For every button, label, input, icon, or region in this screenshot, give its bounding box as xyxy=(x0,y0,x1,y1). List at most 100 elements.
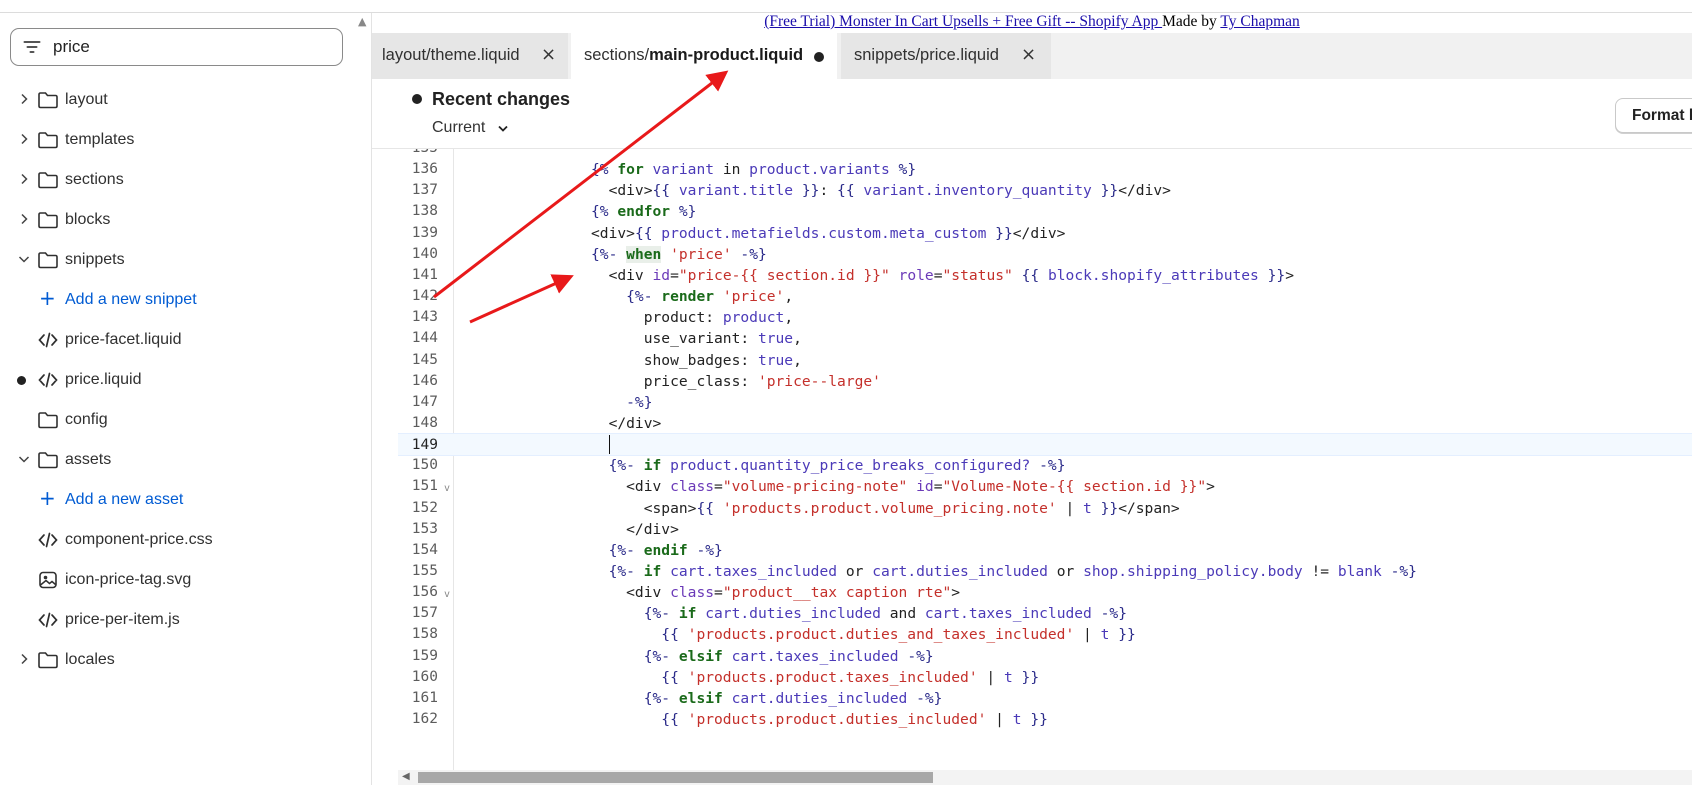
code-line[interactable]: 137 <div>{{ variant.title }}: {{ variant… xyxy=(398,179,1692,202)
code-line[interactable]: 154 {%- endif -%} xyxy=(398,539,1692,562)
tree-item-templates[interactable]: templates xyxy=(0,120,372,160)
tree-item-blocks[interactable]: blocks xyxy=(0,200,372,240)
editor-tab-bar: layout/theme.liquid × sections/main-produc… xyxy=(372,33,1692,79)
chevron-right-icon[interactable] xyxy=(17,132,31,146)
scroll-left-icon[interactable]: ◀ xyxy=(402,771,410,782)
code-line[interactable]: 149 xyxy=(398,433,1692,457)
scrollbar-thumb[interactable] xyxy=(418,772,933,783)
chevron-right-icon[interactable] xyxy=(17,652,31,666)
code-text: <div class="product__tax caption rte"> xyxy=(468,584,961,602)
close-icon[interactable]: × xyxy=(1021,44,1036,65)
chevron-down-icon[interactable] xyxy=(496,123,510,135)
recent-changes-header: Recent changes Current Format li xyxy=(372,79,1692,149)
unsaved-dot-icon[interactable] xyxy=(814,52,824,62)
tree-item-label: snippets xyxy=(65,251,125,268)
banner-author-link[interactable]: Ty Chapman xyxy=(1220,13,1299,30)
close-icon[interactable]: × xyxy=(541,44,556,65)
tree-item-label: Add a new asset xyxy=(65,491,184,508)
line-number: 158 xyxy=(411,626,438,643)
tree-item-config[interactable]: config xyxy=(0,400,372,440)
folder-icon xyxy=(37,250,59,270)
editor-horizontal-scrollbar[interactable]: ◀ xyxy=(398,770,1692,785)
line-number: 162 xyxy=(411,711,438,728)
line-number: 159 xyxy=(411,647,438,664)
chevron-right-icon[interactable] xyxy=(17,212,31,226)
tree-item-price-liquid[interactable]: price.liquid xyxy=(0,360,372,400)
line-number: 152 xyxy=(411,499,438,516)
editor-tab-2[interactable]: sections/main-product.liquid xyxy=(571,33,837,79)
banner-app-link[interactable]: (Free Trial) Monster In Cart Upsells + F… xyxy=(764,13,1162,30)
chevron-right-icon[interactable] xyxy=(17,172,31,186)
folder-icon xyxy=(37,410,59,430)
code-line[interactable]: 145 show_badges: true, xyxy=(398,349,1692,372)
code-line[interactable]: 141 <div id="price-{{ section.id }}" rol… xyxy=(398,264,1692,287)
folder-icon xyxy=(37,90,59,110)
code-line[interactable]: 162 {{ 'products.product.duties_included… xyxy=(398,708,1692,731)
tab-label: sections/main-product.liquid xyxy=(584,46,804,64)
code-line[interactable]: 144 use_variant: true, xyxy=(398,327,1692,350)
code-line[interactable]: 150 {%- if product.quantity_price_breaks… xyxy=(398,454,1692,477)
tree-item-label: layout xyxy=(65,91,108,108)
tree-item-sections[interactable]: sections xyxy=(0,160,372,200)
line-number: 151 xyxy=(411,478,438,495)
code-line[interactable]: 139 <div>{{ product.metafields.custom.me… xyxy=(398,222,1692,245)
line-number: 160 xyxy=(411,668,438,685)
code-text: {%- if product.quantity_price_breaks_con… xyxy=(468,457,1066,475)
image-file-icon xyxy=(37,570,59,590)
file-search-box[interactable] xyxy=(10,28,343,66)
code-line[interactable]: 153 </div> xyxy=(398,518,1692,541)
chevron-down-icon[interactable] xyxy=(17,252,31,266)
chevron-down-icon[interactable] xyxy=(17,452,31,466)
tree-item-component-price-css[interactable]: component-price.css xyxy=(0,520,372,560)
tree-item-snippets[interactable]: snippets xyxy=(0,240,372,280)
code-text: {%- if cart.duties_included and cart.tax… xyxy=(468,605,1127,623)
line-number: 155 xyxy=(411,563,438,579)
tab-label: layout/theme.liquid xyxy=(382,46,520,64)
code-line[interactable]: 136 {% for variant in product.variants %… xyxy=(398,158,1692,181)
tree-item-label: Add a new snippet xyxy=(65,291,197,308)
code-line[interactable]: 148 </div> xyxy=(398,412,1692,435)
sidebar-scroll-up-icon[interactable]: ▲ xyxy=(358,15,366,28)
tree-item-price-per-item-js[interactable]: price-per-item.js xyxy=(0,600,372,640)
code-line[interactable]: 152 <span>{{ 'products.product.volume_pr… xyxy=(398,497,1692,520)
code-text: </div> xyxy=(468,414,662,432)
tree-item-price-facet-liquid[interactable]: price-facet.liquid xyxy=(0,320,372,360)
add-link-add-a-new-snippet[interactable]: + Add a new snippet xyxy=(0,280,372,320)
code-line[interactable]: 147 -%} xyxy=(398,391,1692,414)
line-number: 147 xyxy=(411,393,438,410)
plus-icon: + xyxy=(39,486,56,510)
code-line[interactable]: 157 {%- if cart.duties_included and cart… xyxy=(398,602,1692,625)
code-line[interactable]: 160 {{ 'products.product.taxes_included'… xyxy=(398,666,1692,689)
tree-item-label: sections xyxy=(65,171,124,188)
editor-tab-3[interactable]: snippets/price.liquid × xyxy=(841,33,1051,79)
code-line[interactable]: 138 {% endfor %} xyxy=(398,200,1692,223)
code-line[interactable]: 143 product: product, xyxy=(398,306,1692,329)
code-line[interactable]: 146 price_class: 'price--large' xyxy=(398,370,1692,393)
code-line[interactable]: 142 {%- render 'price', xyxy=(398,285,1692,308)
line-number: 145 xyxy=(411,351,438,368)
file-search-input[interactable] xyxy=(53,37,313,57)
code-line[interactable]: 159 {%- elsif cart.taxes_included -%} xyxy=(398,645,1692,668)
code-line[interactable]: 140 {%- when 'price' -%} xyxy=(398,243,1692,266)
line-number: 136 xyxy=(411,161,438,178)
code-line[interactable]: 155 {%- if cart.taxes_included or cart.d… xyxy=(398,560,1692,583)
code-text: {%- endif -%} xyxy=(468,541,723,559)
tree-item-assets[interactable]: assets xyxy=(0,440,372,480)
code-line[interactable]: 158 {{ 'products.product.duties_and_taxe… xyxy=(398,623,1692,646)
code-line[interactable]: 156 v <div class="product__tax caption rt… xyxy=(398,581,1692,604)
tree-item-layout[interactable]: layout xyxy=(0,80,372,120)
version-select-label[interactable]: Current xyxy=(432,119,485,137)
format-liquid-button[interactable]: Format li xyxy=(1615,98,1692,133)
editor-tab-1[interactable]: layout/theme.liquid × xyxy=(372,33,568,79)
line-number: 153 xyxy=(411,520,438,537)
tree-item-label: blocks xyxy=(65,211,111,228)
tree-item-icon-price-tag-svg[interactable]: icon-price-tag.svg xyxy=(0,560,372,600)
line-number: 139 xyxy=(411,224,438,241)
code-line[interactable]: 151 v <div class="volume-pricing-note" id… xyxy=(398,475,1692,498)
add-link-add-a-new-asset[interactable]: + Add a new asset xyxy=(0,480,372,520)
code-editor[interactable]: 135136 {% for variant in product.variant… xyxy=(398,149,1692,770)
tree-item-locales[interactable]: locales xyxy=(0,640,372,680)
recent-changes-title: Recent changes xyxy=(432,89,571,109)
chevron-right-icon[interactable] xyxy=(17,92,31,106)
code-line[interactable]: 161 {%- elsif cart.duties_included -%} xyxy=(398,687,1692,710)
